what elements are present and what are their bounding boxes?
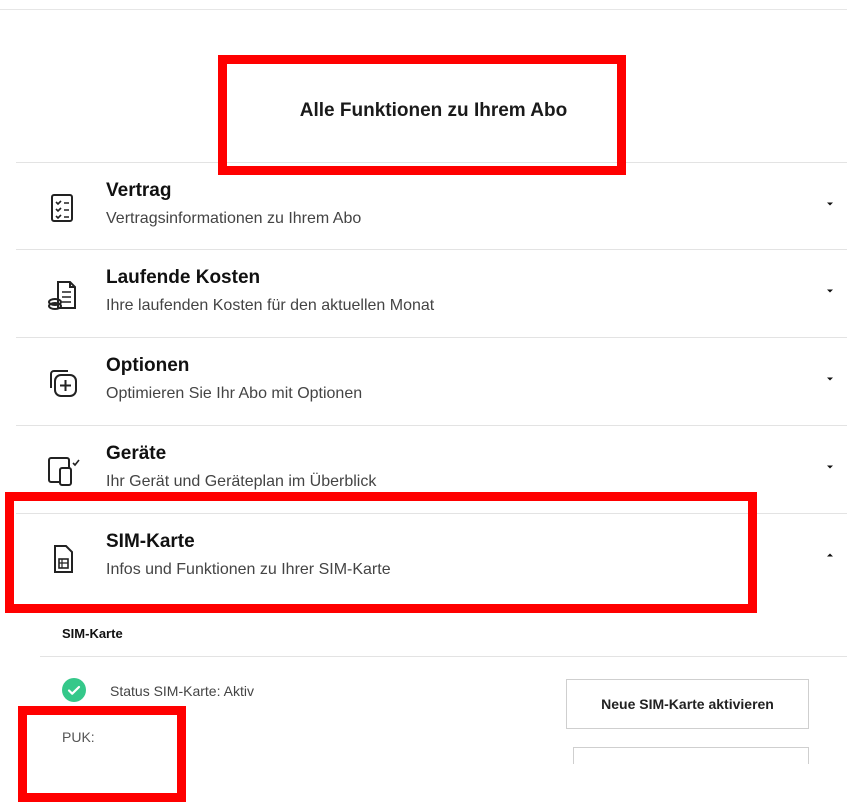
content-cutoff xyxy=(560,764,847,802)
accordion-title: Geräte xyxy=(106,443,167,464)
check-circle-icon xyxy=(62,678,86,702)
accordion-title: Laufende Kosten xyxy=(106,267,261,288)
accordion-item-optionen[interactable]: Optionen Optimieren Sie Ihr Abo mit Opti… xyxy=(16,338,847,424)
accordion-item-laufende-kosten[interactable]: Laufende Kosten Ihre laufenden Kosten fü… xyxy=(16,250,847,336)
activate-new-sim-button[interactable]: Neue SIM-Karte aktivieren xyxy=(566,679,809,729)
accordion-title: Vertrag xyxy=(106,180,172,201)
add-option-icon xyxy=(46,366,80,400)
accordion-title: Optionen xyxy=(106,355,190,376)
chevron-up-icon[interactable] xyxy=(825,550,835,560)
sim-section-divider xyxy=(40,656,847,657)
top-divider xyxy=(0,9,847,10)
invoice-coins-icon xyxy=(46,278,80,312)
accordion-subtitle: Vertragsinformationen zu Ihrem Abo xyxy=(106,210,362,227)
contract-checklist-icon xyxy=(46,191,80,225)
highlight-box-sim-karte xyxy=(5,492,757,613)
highlight-box-puk xyxy=(18,706,186,802)
chevron-down-icon[interactable] xyxy=(825,374,835,384)
chevron-down-icon[interactable] xyxy=(825,199,835,209)
accordion-subtitle: Ihre laufenden Kosten für den aktuellen … xyxy=(106,297,435,314)
chevron-down-icon[interactable] xyxy=(825,462,835,472)
devices-icon xyxy=(46,454,80,488)
chevron-down-icon[interactable] xyxy=(825,286,835,296)
accordion-item-vertrag[interactable]: Vertrag Vertragsinformationen zu Ihrem A… xyxy=(16,163,847,249)
highlight-box-title xyxy=(218,55,626,175)
sim-section-heading: SIM-Karte xyxy=(62,626,123,641)
accordion-subtitle: Ihr Gerät und Geräteplan im Überblick xyxy=(106,473,377,490)
sim-status-text: Status SIM-Karte: Aktiv xyxy=(110,683,254,699)
accordion-subtitle: Optimieren Sie Ihr Abo mit Optionen xyxy=(106,385,363,402)
